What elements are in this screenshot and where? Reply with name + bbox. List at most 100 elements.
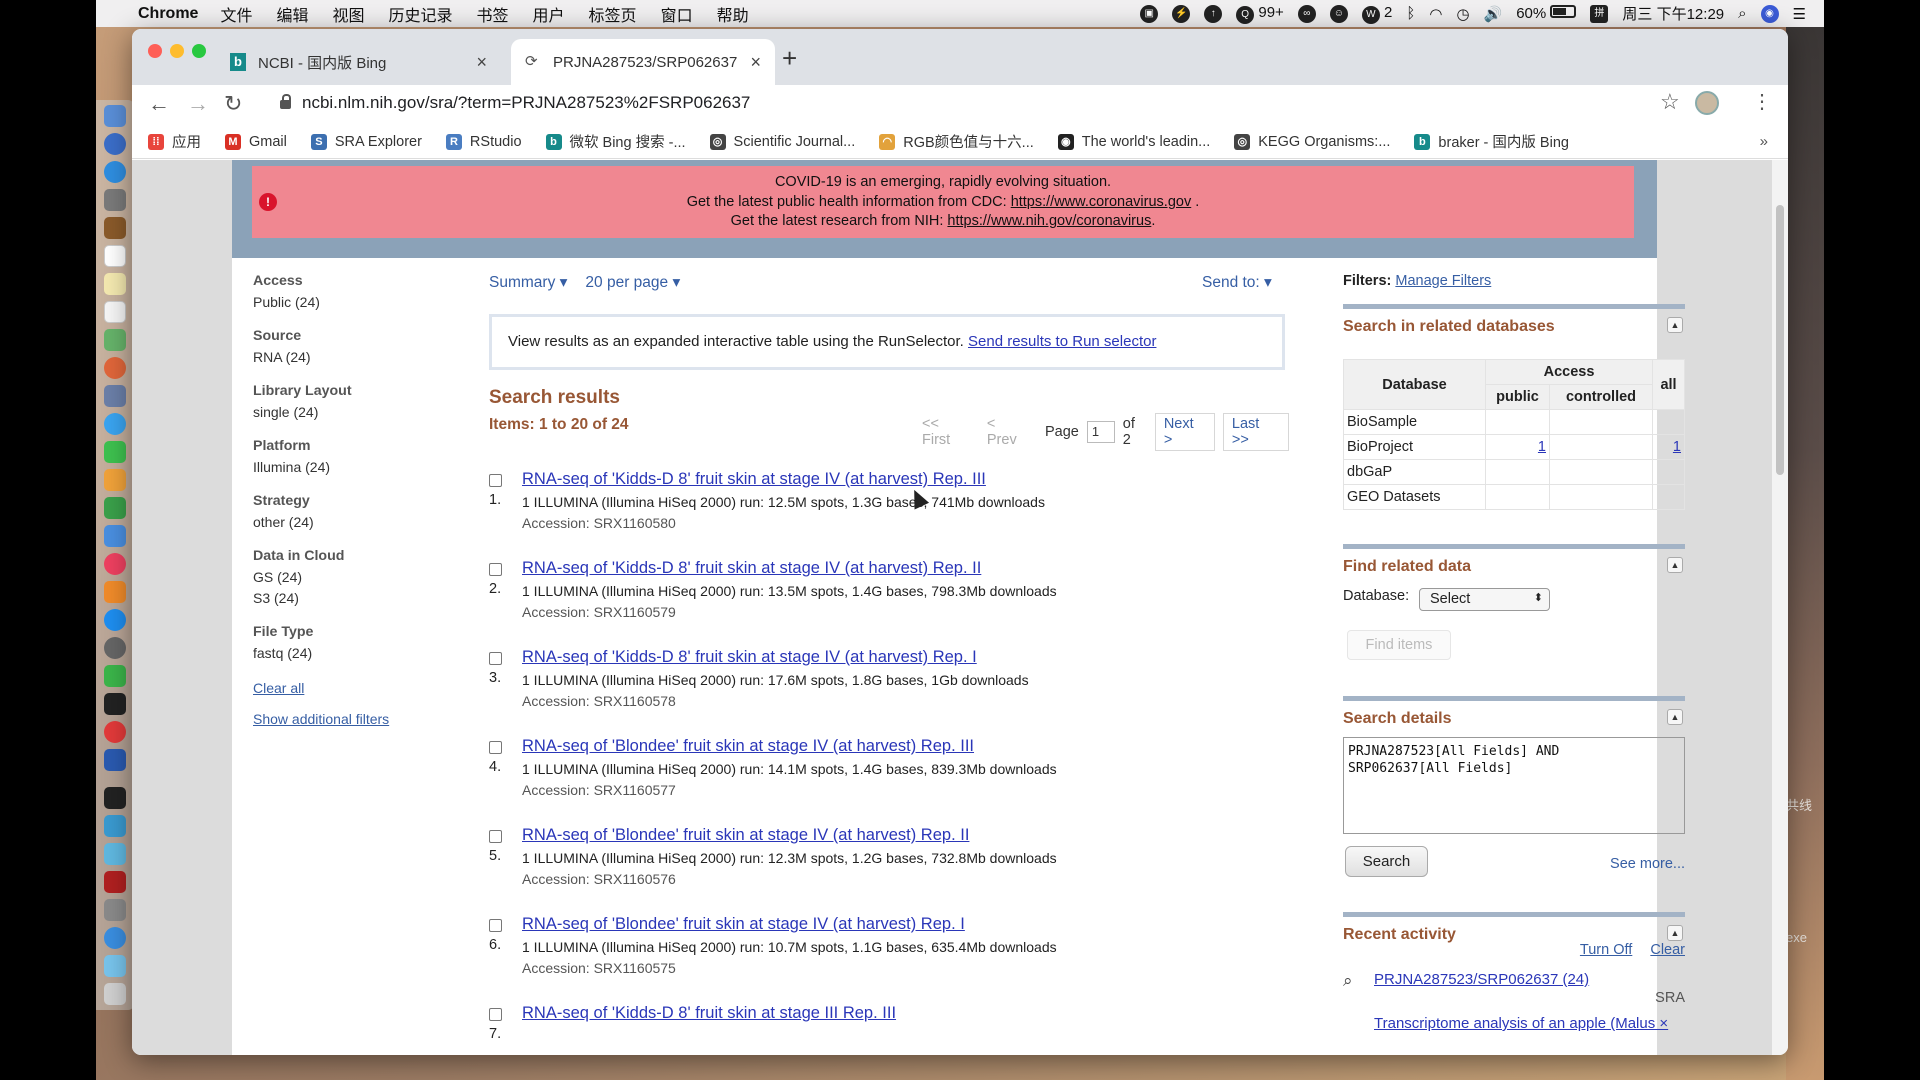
next-page-button[interactable]: Next > [1154, 413, 1215, 451]
manage-filters-link[interactable]: Manage Filters [1395, 273, 1491, 289]
menu-kebab-icon[interactable]: ⋮ [1752, 89, 1772, 114]
keynote-icon[interactable] [104, 525, 126, 547]
result-title-link[interactable]: RNA-seq of 'Blondee' fruit skin at stage… [522, 737, 974, 756]
bookmark-item[interactable]: M Gmail [225, 133, 287, 150]
word-icon[interactable] [104, 749, 126, 771]
filter-value[interactable]: other (24) [253, 512, 453, 533]
messages-icon[interactable] [104, 413, 126, 435]
reminders-icon[interactable] [104, 301, 126, 323]
zoom-window-button[interactable] [192, 44, 206, 58]
recent-record-link[interactable]: Transcriptome analysis of an apple (Malu… [1374, 1015, 1668, 1032]
netease-music-icon[interactable] [104, 721, 126, 743]
lock-icon[interactable] [280, 94, 291, 109]
cdc-link[interactable]: https://www.coronavirus.gov [1011, 194, 1192, 210]
xcode-icon[interactable] [104, 815, 126, 837]
menu-help[interactable]: 帮助 [717, 2, 749, 26]
menu-history[interactable]: 历史记录 [389, 2, 453, 26]
db-public-count[interactable]: 1 [1485, 434, 1550, 460]
bookmark-item[interactable]: b braker - 国内版 Bing [1414, 131, 1569, 152]
launchpad-icon[interactable] [104, 133, 126, 155]
wechat-dock-icon[interactable] [104, 665, 126, 687]
result-checkbox[interactable] [489, 652, 502, 665]
per-page-dropdown[interactable]: 20 per page ▾ [585, 273, 680, 299]
spotlight-search-icon[interactable]: ⌕ [1738, 5, 1746, 22]
see-more-link[interactable]: See more... [1610, 856, 1685, 872]
bookmark-item[interactable]: ◠ RGB颜色值与十六... [879, 131, 1034, 152]
pages-icon[interactable] [104, 469, 126, 491]
result-title-link[interactable]: RNA-seq of 'Blondee' fruit skin at stage… [522, 826, 969, 845]
clear-link[interactable]: Clear [1650, 942, 1685, 958]
close-icon[interactable]: × [750, 52, 761, 73]
page-scrollbar[interactable] [1772, 160, 1788, 1055]
input-method-icon[interactable]: 拼 [1590, 4, 1609, 23]
alien-icon[interactable]: ☺ [1329, 4, 1348, 23]
notes-brown-icon[interactable] [104, 217, 126, 239]
chrome-dock-icon[interactable] [104, 927, 126, 949]
system-preferences-icon[interactable] [104, 637, 126, 659]
database-select[interactable]: Select ⬍ [1419, 588, 1550, 611]
bookmark-item[interactable]: ◉ The world's leadin... [1057, 133, 1210, 150]
turn-off-link[interactable]: Turn Off [1580, 942, 1632, 958]
safari-icon[interactable] [104, 161, 126, 183]
bookmarks-overflow-icon[interactable]: » [1760, 133, 1768, 150]
menu-file[interactable]: 文件 [220, 2, 252, 26]
music-icon[interactable] [104, 553, 126, 575]
result-checkbox[interactable] [489, 741, 502, 754]
notes-icon[interactable] [104, 273, 126, 295]
filter-value[interactable]: Illumina (24) [253, 457, 453, 478]
menu-bookmarks[interactable]: 书签 [477, 2, 509, 26]
first-page-link[interactable]: << First [922, 416, 971, 448]
filter-value[interactable]: GS (24) [253, 567, 453, 588]
collapse-icon[interactable]: ▲ [1667, 317, 1683, 333]
clock[interactable]: 周三 下午12:29 [1622, 3, 1724, 24]
bookmark-item[interactable]: ◎ KEGG Organisms:... [1234, 133, 1390, 150]
result-title-link[interactable]: RNA-seq of 'Kidds-D 8' fruit skin at sta… [522, 648, 977, 667]
books-icon[interactable] [104, 581, 126, 603]
drive-icon[interactable] [104, 899, 126, 921]
recent-search-link[interactable]: PRJNA287523/SRP062637 (24) [1374, 971, 1589, 988]
menu-app-name[interactable]: Chrome [138, 5, 198, 23]
send-to-dropdown[interactable]: Send to: ▾ [1202, 273, 1272, 292]
result-checkbox[interactable] [489, 919, 502, 932]
bookmark-item[interactable]: ◎ Scientific Journal... [709, 133, 855, 150]
prev-page-link[interactable]: < Prev [987, 416, 1029, 448]
menu-edit[interactable]: 编辑 [276, 2, 308, 26]
photos-icon[interactable] [104, 357, 126, 379]
db-all-count[interactable]: 1 [1652, 434, 1685, 460]
result-title-link[interactable]: RNA-seq of 'Kidds-D 8' fruit skin at sta… [522, 559, 981, 578]
downloads-icon[interactable] [104, 955, 126, 977]
page-input[interactable]: 1 [1086, 421, 1115, 443]
show-additional-filters-link[interactable]: Show additional filters [253, 711, 453, 727]
filter-value[interactable]: single (24) [253, 402, 453, 423]
tab-sra-search[interactable]: ⟳ PRJNA287523/SRP062637 - S × [511, 39, 775, 85]
calendar-icon[interactable] [104, 245, 126, 267]
filter-value[interactable]: S3 (24) [253, 588, 453, 609]
trash-icon[interactable] [104, 983, 126, 1005]
qq-notification[interactable]: Q 99+ [1236, 4, 1284, 24]
app-store-icon[interactable] [104, 609, 126, 631]
qq-dock-icon[interactable] [104, 693, 126, 715]
folder-icon[interactable] [104, 843, 126, 865]
time-machine-icon[interactable]: ◷ [1456, 5, 1469, 23]
filter-value[interactable]: RNA (24) [253, 347, 453, 368]
search-button[interactable]: Search [1345, 846, 1428, 877]
new-tab-button[interactable]: + [782, 43, 797, 74]
notification-center-icon[interactable]: ☰ [1793, 5, 1806, 23]
battery-status[interactable]: 60% [1516, 5, 1577, 22]
upload-arrow-icon[interactable]: ↑ [1204, 4, 1223, 23]
facetime-icon[interactable] [104, 441, 126, 463]
collapse-icon[interactable]: ▲ [1667, 709, 1683, 725]
result-title-link[interactable]: RNA-seq of 'Kidds-D 8' fruit skin at sta… [522, 470, 986, 489]
wifi-icon[interactable]: ◠ [1429, 5, 1442, 23]
finder-icon[interactable] [104, 105, 126, 127]
volume-icon[interactable]: 🔊 [1484, 5, 1503, 23]
terminal-icon[interactable] [104, 787, 126, 809]
back-arrow-icon[interactable]: ← [148, 91, 170, 117]
close-window-button[interactable] [148, 44, 162, 58]
bookmark-item[interactable]: ⁞⁞ 应用 [148, 131, 201, 152]
acrobat-icon[interactable] [104, 871, 126, 893]
filter-value[interactable]: fastq (24) [253, 643, 453, 664]
result-title-link[interactable]: RNA-seq of 'Blondee' fruit skin at stage… [522, 915, 965, 934]
wechat-notification[interactable]: W 2 [1361, 4, 1392, 24]
clear-all-link[interactable]: Clear all [253, 680, 453, 696]
